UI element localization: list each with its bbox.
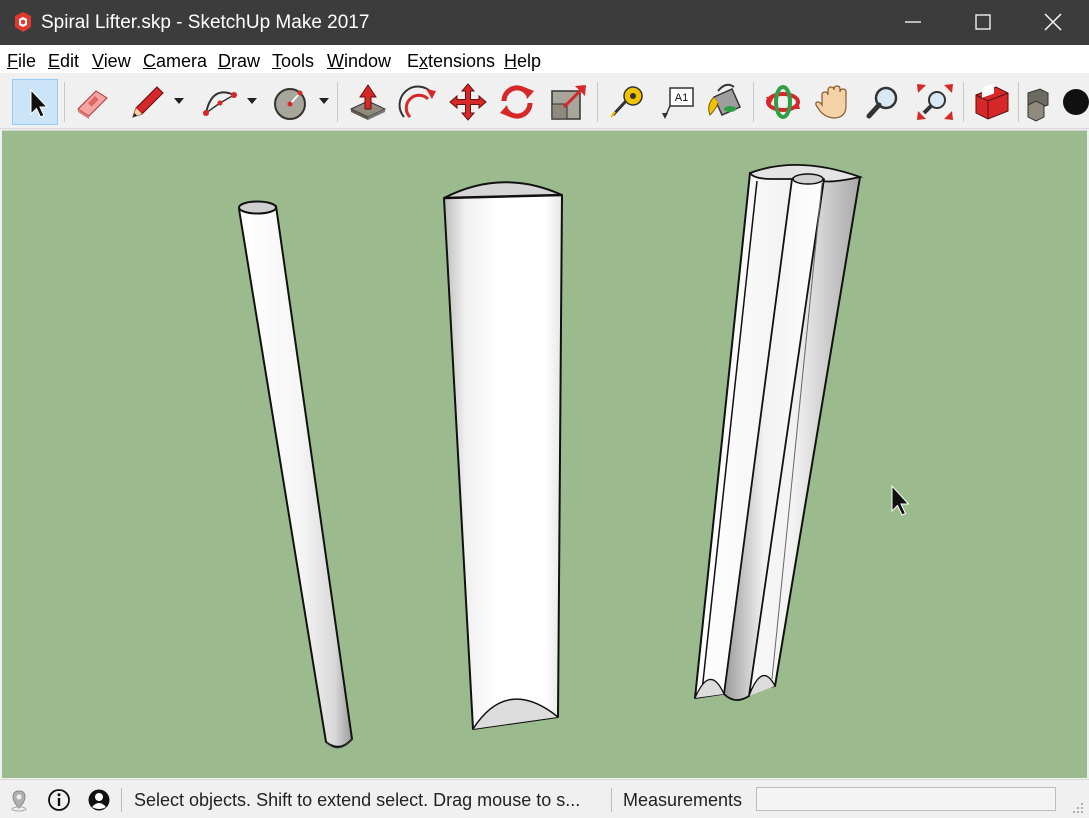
- menu-tools[interactable]: Tools: [272, 51, 314, 71]
- window-title: Spiral Lifter.skp - SketchUp Make 2017: [41, 12, 370, 33]
- select-tool-button[interactable]: [12, 79, 58, 125]
- offset-icon: [398, 85, 436, 119]
- eraser-tool-button[interactable]: [69, 79, 115, 125]
- arrow-cursor-icon: [891, 484, 910, 516]
- components-button[interactable]: [1022, 79, 1052, 125]
- move-tool-button[interactable]: [445, 79, 491, 125]
- push-pull-icon: [349, 84, 387, 120]
- orbit-tool-button[interactable]: [760, 79, 806, 125]
- sketchup-logo-icon: [15, 12, 31, 32]
- minimize-button[interactable]: [878, 0, 948, 45]
- menu-edit[interactable]: Edit: [48, 51, 79, 71]
- 3d-warehouse-icon: [975, 83, 1009, 120]
- hand-icon: [815, 85, 847, 119]
- menu-view[interactable]: View: [92, 51, 131, 71]
- circle-tool-button[interactable]: [268, 79, 314, 125]
- pencil-icon: [132, 86, 164, 118]
- zoom-extents-tool-button[interactable]: [912, 79, 958, 125]
- tape-measure-tool-button[interactable]: [603, 79, 649, 125]
- rotate-tool-button[interactable]: [494, 79, 540, 125]
- menu-bar: File Edit View Camera Draw Tools Window …: [0, 45, 1089, 74]
- measurements-input[interactable]: [756, 787, 1056, 811]
- tape-measure-icon: [610, 86, 643, 118]
- magnifier-icon: [866, 86, 898, 119]
- offset-tool-button[interactable]: [396, 79, 442, 125]
- grooved-cylinder[interactable]: [694, 164, 864, 701]
- user-icon[interactable]: [87, 788, 111, 812]
- paint-bucket-tool-button[interactable]: [702, 79, 748, 125]
- thin-cylinder[interactable]: [238, 200, 353, 749]
- arc-dropdown-icon[interactable]: [247, 98, 257, 104]
- menu-help[interactable]: Help: [504, 51, 541, 71]
- shapes-dropdown-icon[interactable]: [319, 98, 329, 104]
- menu-draw[interactable]: Draw: [218, 51, 260, 71]
- close-button[interactable]: [1018, 0, 1088, 45]
- measurements-label: Measurements: [623, 790, 743, 810]
- half-cylinder[interactable]: [443, 181, 563, 730]
- zoom-tool-button[interactable]: [860, 79, 906, 125]
- components-icon: [1027, 88, 1049, 122]
- menu-file[interactable]: File: [7, 51, 36, 71]
- pan-tool-button[interactable]: [810, 79, 856, 125]
- rotate-icon: [500, 85, 534, 119]
- maximize-button[interactable]: [948, 0, 1018, 45]
- styles-button[interactable]: [1058, 79, 1089, 125]
- maximize-icon: [975, 14, 991, 30]
- geo-location-icon[interactable]: [7, 788, 31, 812]
- close-icon: [1044, 13, 1062, 31]
- model-scene[interactable]: [2, 131, 1087, 779]
- resize-grip-icon[interactable]: [1070, 800, 1084, 814]
- minimize-icon: [905, 21, 921, 23]
- info-icon[interactable]: [47, 788, 71, 812]
- text-tool-button[interactable]: A1: [654, 79, 700, 125]
- menu-window[interactable]: Window: [327, 51, 391, 71]
- line-tool-button[interactable]: [124, 79, 170, 125]
- menu-camera[interactable]: Camera: [143, 51, 207, 71]
- styles-sphere-icon: [1063, 89, 1089, 115]
- modeling-viewport[interactable]: [2, 130, 1087, 778]
- 3d-warehouse-button[interactable]: [968, 79, 1014, 125]
- large-tool-set-toolbar: A1: [0, 74, 1089, 129]
- circle-icon: [274, 88, 306, 120]
- arrow-cursor-icon: [30, 88, 49, 118]
- eraser-icon: [77, 90, 108, 119]
- arc-icon: [203, 91, 237, 116]
- menu-extensions[interactable]: Extensions: [407, 51, 495, 71]
- move-arrows-icon: [449, 83, 487, 121]
- arc-tool-button[interactable]: [196, 79, 242, 125]
- status-message: Select objects. Shift to extend select. …: [134, 790, 581, 810]
- orbit-icon: [766, 85, 800, 119]
- paint-bucket-icon: [708, 83, 741, 116]
- status-bar: Select objects. Shift to extend select. …: [0, 779, 1089, 818]
- push-pull-tool-button[interactable]: [345, 79, 391, 125]
- scale-tool-button[interactable]: [545, 79, 591, 125]
- line-dropdown-icon[interactable]: [174, 98, 184, 104]
- title-bar: Spiral Lifter.skp - SketchUp Make 2017: [0, 0, 1089, 45]
- zoom-extents-icon: [917, 84, 953, 120]
- svg-text:A1: A1: [675, 92, 688, 104]
- text-label-icon: A1: [662, 87, 694, 119]
- scale-icon: [551, 85, 586, 120]
